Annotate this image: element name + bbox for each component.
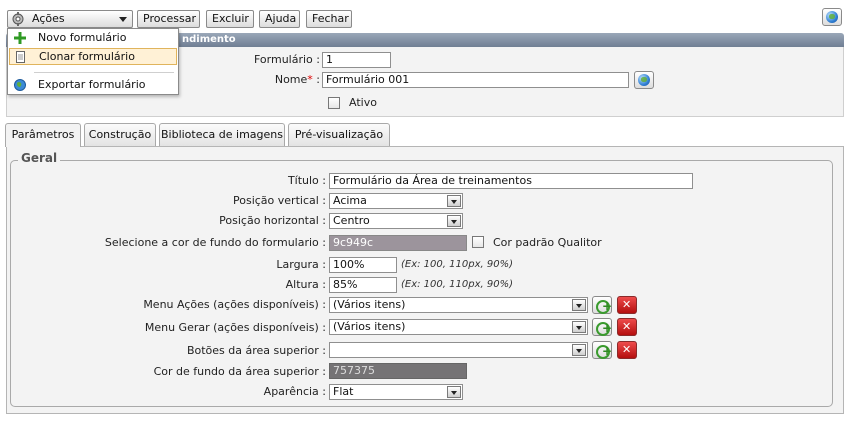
posicao-horizontal-label: Posição horizontal : (219, 214, 326, 227)
cor-padrao-label: Cor padrão Qualitor (493, 236, 602, 249)
nome-input[interactable]: Formulário 001 (322, 72, 629, 88)
chevron-down-icon (572, 344, 586, 356)
menu-item-label: Exportar formulário (38, 78, 146, 91)
acoes-button[interactable]: Ações (7, 10, 133, 28)
menu-gerar-select[interactable]: (Vários itens) (329, 319, 588, 335)
chevron-down-icon (447, 215, 461, 227)
globe-icon (638, 74, 650, 86)
excluir-button[interactable]: Excluir (206, 10, 254, 28)
acoes-menu: Novo formulário Clonar formulário Export… (7, 28, 179, 95)
ativo-checkbox[interactable] (328, 97, 340, 109)
menu-gerar-label: Menu Gerar (ações disponíveis) : (144, 321, 326, 334)
menu-acoes-value: (Vários itens) (333, 298, 406, 311)
document-icon (15, 51, 27, 63)
posicao-vertical-select[interactable]: Acima (329, 193, 463, 209)
menu-gerar-value: (Vários itens) (333, 320, 406, 333)
titulo-input[interactable]: Formulário da Área de treinamentos (329, 173, 693, 189)
cor-padrao-checkbox[interactable] (472, 236, 484, 248)
ajuda-button[interactable]: Ajuda (259, 10, 300, 28)
menu-item-novo-formulario[interactable]: Novo formulário (9, 30, 177, 47)
chevron-down-icon (447, 386, 461, 398)
botoes-select[interactable] (329, 342, 588, 358)
largura-label: Largura : (276, 258, 326, 271)
nome-label: Nome* : (200, 73, 320, 87)
posicao-vertical-label: Posição vertical : (233, 194, 326, 207)
aparencia-select[interactable]: Flat (329, 384, 463, 400)
chevron-down-icon (447, 195, 461, 207)
cor-area-label: Cor de fundo da área superior : (153, 365, 326, 378)
panel-title: ndimento (182, 34, 236, 45)
altura-label: Altura : (285, 278, 326, 291)
chevron-down-icon (572, 321, 586, 333)
globe-icon (826, 11, 838, 23)
acoes-label: Ações (32, 12, 65, 25)
botoes-label: Botões da área superior : (186, 344, 326, 357)
tab-construcao[interactable]: Construção (84, 123, 156, 146)
aparencia-label: Aparência : (263, 385, 326, 398)
largura-input[interactable]: 100% (329, 257, 397, 273)
menu-acoes-add-icon[interactable] (592, 296, 612, 314)
menu-item-clonar-formulario[interactable]: Clonar formulário (9, 48, 177, 65)
menu-gerar-add-icon[interactable] (592, 318, 612, 336)
processar-button[interactable]: Processar (137, 10, 200, 28)
tab-pre-visualizacao[interactable]: Pré-visualização (288, 123, 390, 146)
menu-acoes-select[interactable]: (Vários itens) (329, 297, 588, 313)
menu-gerar-delete-icon[interactable] (617, 318, 637, 336)
menu-acoes-label: Menu Ações (ações disponíveis) : (143, 298, 326, 311)
posicao-horizontal-value: Centro (333, 214, 370, 227)
posicao-horizontal-select[interactable]: Centro (329, 213, 463, 229)
menu-item-label: Novo formulário (38, 31, 127, 44)
menu-acoes-delete-icon[interactable] (617, 296, 637, 314)
menu-item-label: Clonar formulário (39, 50, 135, 63)
cor-area-input[interactable]: 757375 (329, 363, 467, 379)
botoes-delete-icon[interactable] (617, 341, 637, 359)
geral-legend: Geral (18, 151, 61, 165)
largura-hint: (Ex: 100, 110px, 90%) (401, 259, 513, 270)
gear-icon (11, 11, 25, 27)
menu-separator (34, 72, 174, 73)
nome-label-text: Nome (274, 73, 308, 86)
formulario-label: Formulário : (254, 53, 320, 66)
nome-translate-button[interactable] (634, 71, 654, 89)
tab-parametros[interactable]: Parâmetros (5, 123, 81, 147)
nome-label-suffix: : (312, 73, 320, 86)
altura-input[interactable]: 85% (329, 277, 397, 293)
language-globe-button[interactable] (822, 8, 842, 26)
cor-fundo-label: Selecione a cor de fundo do formulario : (104, 236, 326, 249)
ativo-label: Ativo (349, 96, 377, 109)
botoes-add-icon[interactable] (592, 341, 612, 359)
chevron-down-icon (572, 299, 586, 311)
posicao-vertical-value: Acima (333, 194, 367, 207)
plus-icon (14, 32, 26, 44)
cor-fundo-input[interactable]: 9c949c (329, 235, 467, 251)
altura-hint: (Ex: 100, 110px, 90%) (401, 279, 513, 290)
fechar-button[interactable]: Fechar (306, 10, 352, 28)
titulo-label: Título : (287, 174, 326, 187)
formulario-input[interactable]: 1 (322, 52, 391, 68)
tab-biblioteca-imagens[interactable]: Biblioteca de imagens (159, 123, 285, 146)
menu-item-exportar-formulario[interactable]: Exportar formulário (9, 77, 177, 94)
globe-icon (14, 79, 26, 91)
chevron-down-icon (119, 17, 127, 22)
aparencia-value: Flat (333, 385, 354, 398)
